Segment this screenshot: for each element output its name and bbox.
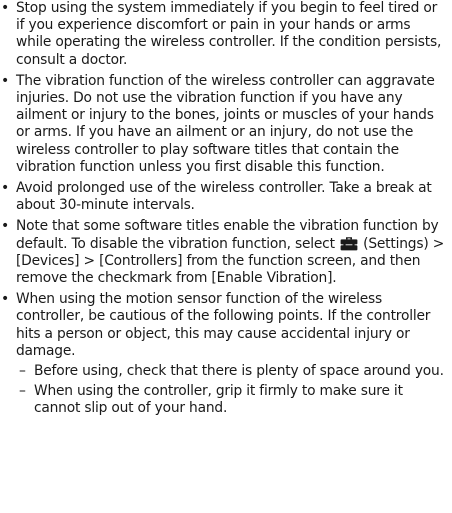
bullet-marker: •: [1, 291, 10, 308]
bullet-marker: •: [1, 218, 10, 235]
bullet-item-prolonged-use: • Avoid prolonged use of the wireless co…: [0, 180, 446, 214]
bullet-text: The vibration function of the wireless c…: [16, 72, 435, 175]
bullet-text: Stop using the system immediately if you…: [16, 0, 442, 68]
bullet-item-discomfort: • Stop using the system immediately if y…: [0, 0, 446, 69]
safety-bullet-list: • Stop using the system immediately if y…: [0, 0, 452, 418]
dash-marker: –: [19, 383, 26, 400]
bullet-item-motion-sensor: • When using the motion sensor function …: [0, 291, 446, 417]
motion-sensor-sublist: – Before using, check that there is plen…: [16, 363, 446, 418]
bullet-item-disable-vibration: • Note that some software titles enable …: [0, 218, 446, 287]
bullet-text: Avoid prolonged use of the wireless cont…: [16, 180, 432, 214]
sub-item-grip-firmly: – When using the controller, grip it fir…: [16, 383, 446, 417]
dash-marker: –: [19, 363, 26, 380]
bullet-marker: •: [1, 72, 10, 89]
bullet-marker: •: [1, 180, 10, 197]
manual-page: • Stop using the system immediately if y…: [0, 0, 452, 513]
sub-item-text: When using the controller, grip it firml…: [34, 383, 403, 417]
bullet-item-vibration-injuries: • The vibration function of the wireless…: [0, 73, 446, 176]
settings-toolbox-icon: [340, 236, 358, 251]
sub-item-text: Before using, check that there is plenty…: [34, 363, 444, 380]
sub-item-space-around: – Before using, check that there is plen…: [16, 363, 446, 380]
bullet-marker: •: [1, 0, 10, 16]
bullet-text: When using the motion sensor function of…: [16, 291, 431, 359]
